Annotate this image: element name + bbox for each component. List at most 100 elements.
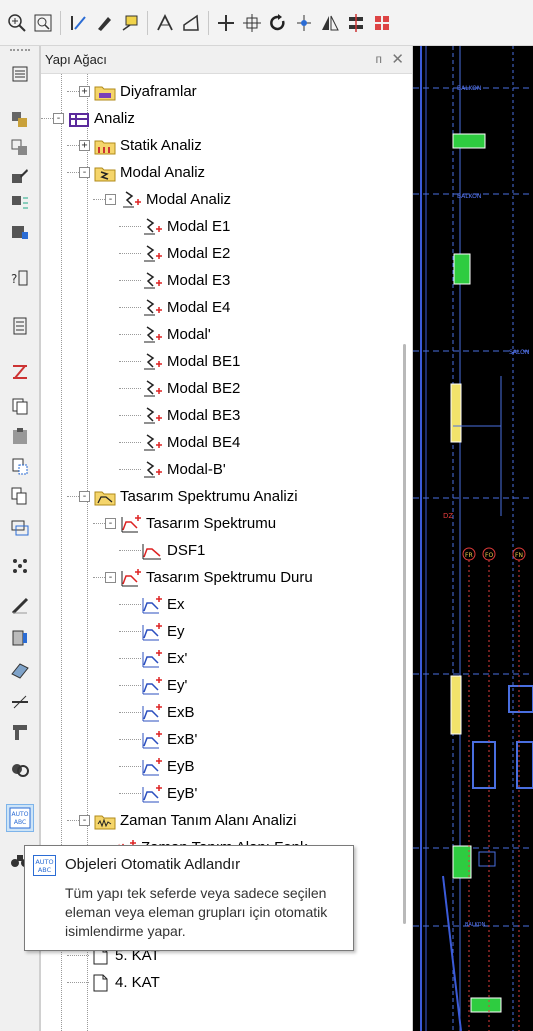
tree-node[interactable]: - Tasarım Spektrumu [105,510,276,537]
tree-node[interactable]: Ex [141,591,185,618]
toolbar-grip[interactable] [10,49,30,52]
tree-node[interactable]: Modal E4 [141,294,230,321]
page-icon [89,973,111,993]
app-window: ? AUTO ABC Yapı Ağacı ᴨ ✕ + Diyaframlar … [0,0,533,1031]
floor-grid-icon[interactable] [6,190,34,218]
tree-node[interactable]: - Zaman Tanım Alanı Analizi [79,807,296,834]
collapse-icon[interactable]: - [53,113,64,124]
snap-icon[interactable] [291,10,317,36]
expand-icon[interactable]: + [79,86,90,97]
copy-icon[interactable] [6,392,34,420]
cad-label-balkon-2: BALKON [457,193,481,200]
text-style-icon[interactable] [152,10,178,36]
tree-node[interactable]: DSF1 [141,537,205,564]
tree-node-label: Statik Analiz [120,137,202,154]
properties-icon[interactable] [6,60,34,88]
label-icon[interactable] [117,10,143,36]
floor-table-icon[interactable] [6,218,34,246]
edit-floor-icon[interactable] [6,162,34,190]
vertical-scrollbar[interactable] [396,74,412,1031]
collapse-icon[interactable]: - [105,572,116,583]
tree-node[interactable]: - Tasarım Spektrumu Duru [105,564,313,591]
svg-text:AUTO: AUTO [12,811,29,818]
tree-node[interactable]: 4. KAT [89,969,160,996]
mirror-icon[interactable] [317,10,343,36]
collapse-icon[interactable]: - [105,194,116,205]
tree-node[interactable]: EyB [141,753,195,780]
auto-name-button[interactable]: AUTO ABC [6,804,34,832]
paste-floor-icon[interactable] [6,134,34,162]
line-icon[interactable] [6,688,34,716]
tree-node[interactable]: Modal BE2 [141,375,240,402]
slab-icon[interactable] [6,656,34,684]
tree-node-label: Ey [167,623,185,640]
copy-floor-icon[interactable] [6,106,34,134]
tree-node[interactable]: ExB' [141,726,197,753]
duplicate-icon[interactable] [6,482,34,510]
zoom-window-icon[interactable] [4,10,30,36]
tree-node[interactable]: Modal E2 [141,240,230,267]
tree-node[interactable]: EyB' [141,780,197,807]
tree-node[interactable]: Ey [141,618,185,645]
collapse-icon[interactable]: - [79,491,90,502]
axis-icon[interactable]: ? [6,264,34,292]
paste-icon[interactable] [6,422,34,450]
tree-node[interactable]: ExB [141,699,195,726]
zoom-extents-icon[interactable] [30,10,56,36]
cad-canvas[interactable]: BALKON BALKON SALON DZ FR FO FN BALKON [413,46,533,1031]
tree-node-label: 4. KAT [115,974,160,991]
tree-node[interactable]: + Statik Analiz [79,132,202,159]
tree-node-label: EyB' [167,785,198,802]
tree-node[interactable]: Modal E3 [141,267,230,294]
paste-special-icon[interactable] [6,452,34,480]
tree-node[interactable]: - Analiz [53,105,135,132]
collapse-icon[interactable]: - [79,815,90,826]
align-icon[interactable] [343,10,369,36]
tree-node-label: Modal E3 [167,272,231,289]
pencil-icon[interactable] [91,10,117,36]
tree-node[interactable]: Modal-B' [141,456,226,483]
collapse-icon[interactable]: - [105,518,116,529]
tooltip-icon-text-top: AUTO [35,858,53,866]
tree-connector [119,658,141,659]
tree-node[interactable]: Ey' [141,672,187,699]
tree-connector [119,793,141,794]
panel-header: Yapı Ağacı ᴨ ✕ [41,46,412,74]
tree-node-label: ExB' [167,731,198,748]
tree-connector [67,955,89,956]
tree-node-label: Modal E4 [167,299,231,316]
tree-node[interactable]: Modal BE4 [141,429,240,456]
points-icon[interactable] [6,552,34,580]
rotate-icon[interactable] [265,10,291,36]
document-icon[interactable] [6,312,34,340]
tree-node[interactable]: Modal' [141,321,211,348]
group-icon[interactable] [6,514,34,542]
array-icon[interactable] [369,10,395,36]
tree-connector [67,91,79,92]
close-icon[interactable]: ✕ [391,50,404,68]
beam-icon[interactable] [6,592,34,620]
copy-move-icon[interactable] [239,10,265,36]
polygon-icon[interactable] [178,10,204,36]
move-icon[interactable] [213,10,239,36]
scroll-thumb[interactable] [403,344,406,924]
spectrum-case-icon [141,730,163,750]
wall-icon[interactable] [6,718,34,746]
tree-node[interactable]: Modal BE1 [141,348,240,375]
spectrum-case-icon [141,784,163,804]
expand-icon[interactable]: + [79,140,90,151]
section-icon[interactable] [6,358,34,386]
tree-node[interactable]: Modal E1 [141,213,230,240]
collapse-icon[interactable]: - [79,167,90,178]
tree-node[interactable]: + Diyaframlar [79,78,197,105]
search-objects-icon[interactable] [6,756,34,784]
select-icon[interactable] [65,10,91,36]
tree-node-label: DSF1 [167,542,206,559]
tree-node[interactable]: - Modal Analiz [105,186,231,213]
pin-icon[interactable]: ᴨ [376,52,383,66]
tree-node[interactable]: - Tasarım Spektrumu Analizi [79,483,298,510]
tree-node[interactable]: - Modal Analiz [79,159,205,186]
column-icon[interactable] [6,624,34,652]
tree-node[interactable]: Ex' [141,645,187,672]
tree-node[interactable]: Modal BE3 [141,402,240,429]
